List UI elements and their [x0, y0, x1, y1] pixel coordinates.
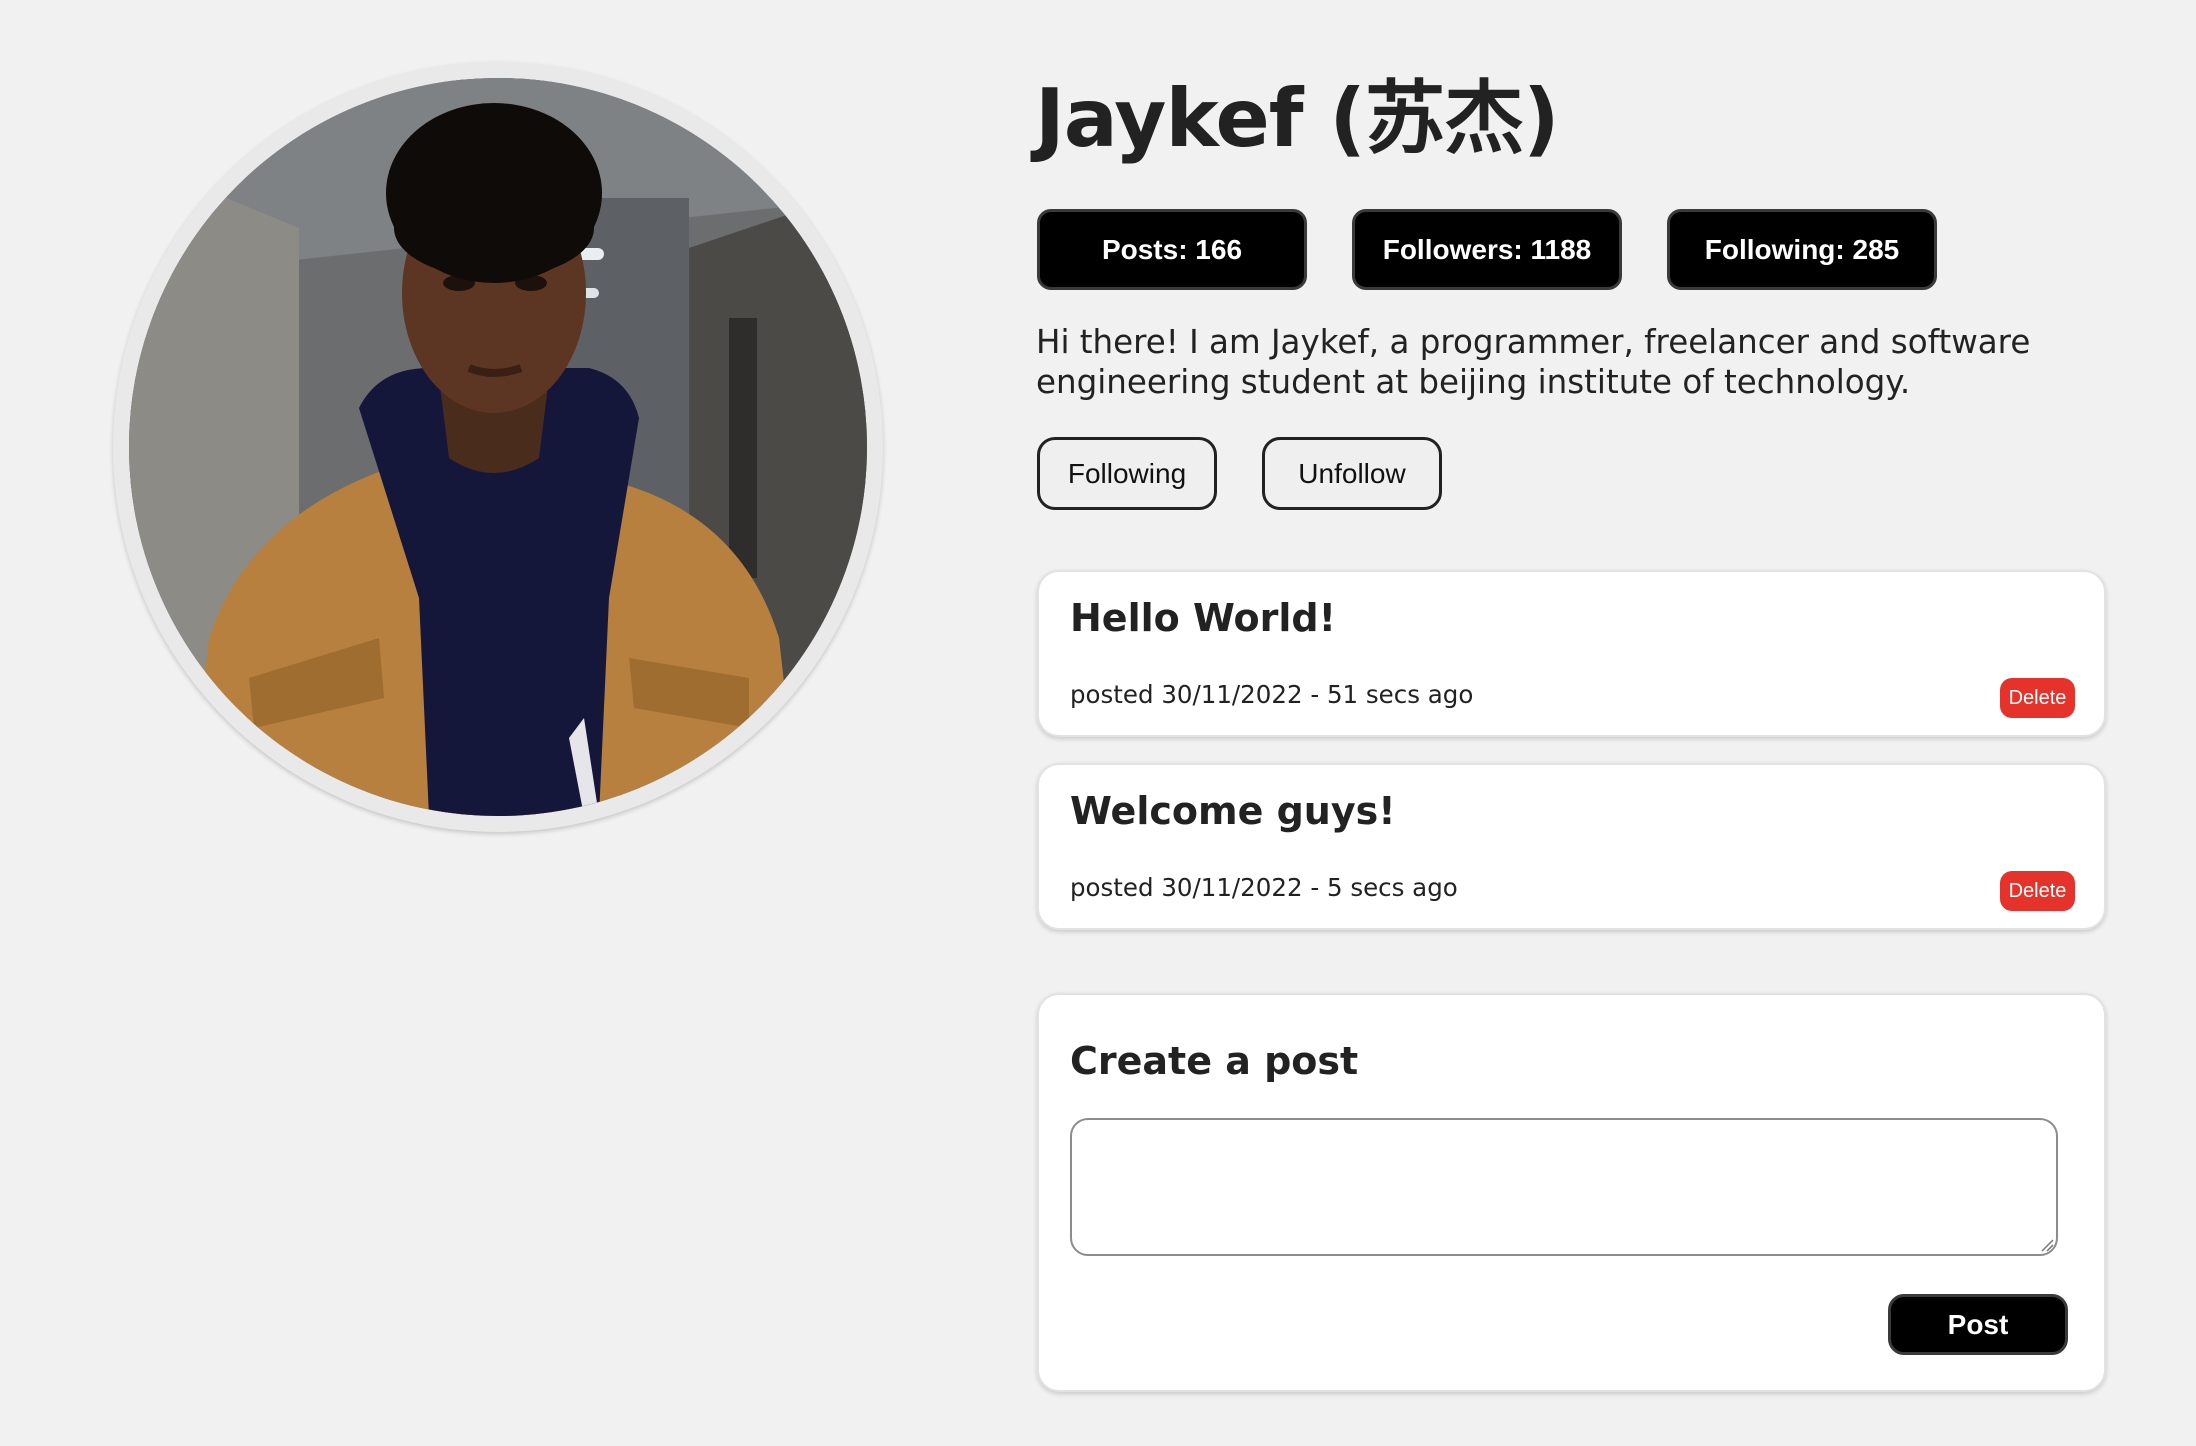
submit-post-button[interactable]: Post	[1888, 1294, 2068, 1355]
post-card: Welcome guys! posted 30/11/2022 - 5 secs…	[1037, 763, 2106, 930]
post-title: Hello World!	[1070, 596, 1336, 640]
create-post-title: Create a post	[1070, 1039, 1359, 1083]
resize-handle-icon[interactable]	[2040, 1238, 2054, 1252]
unfollow-button[interactable]: Unfollow	[1262, 437, 1442, 510]
post-title: Welcome guys!	[1070, 789, 1396, 833]
avatar-frame	[113, 62, 883, 832]
posts-count-button[interactable]: Posts: 166	[1037, 209, 1307, 290]
create-post-card: Create a post Post	[1037, 993, 2106, 1392]
profile-bio: Hi there! I am Jaykef, a programmer, fre…	[1036, 323, 2031, 401]
post-textarea[interactable]	[1070, 1118, 2058, 1256]
avatar	[129, 78, 867, 816]
delete-post-button[interactable]: Delete	[2000, 678, 2075, 718]
profile-photo	[129, 78, 867, 816]
post-timestamp: posted 30/11/2022 - 5 secs ago	[1070, 873, 1458, 902]
post-timestamp: posted 30/11/2022 - 51 secs ago	[1070, 680, 1474, 709]
following-count-button[interactable]: Following: 285	[1667, 209, 1937, 290]
profile-name: Jaykef (苏杰)	[1035, 72, 1560, 165]
following-button[interactable]: Following	[1037, 437, 1217, 510]
followers-count-button[interactable]: Followers: 1188	[1352, 209, 1622, 290]
post-card: Hello World! posted 30/11/2022 - 51 secs…	[1037, 570, 2106, 737]
delete-post-button[interactable]: Delete	[2000, 871, 2075, 911]
